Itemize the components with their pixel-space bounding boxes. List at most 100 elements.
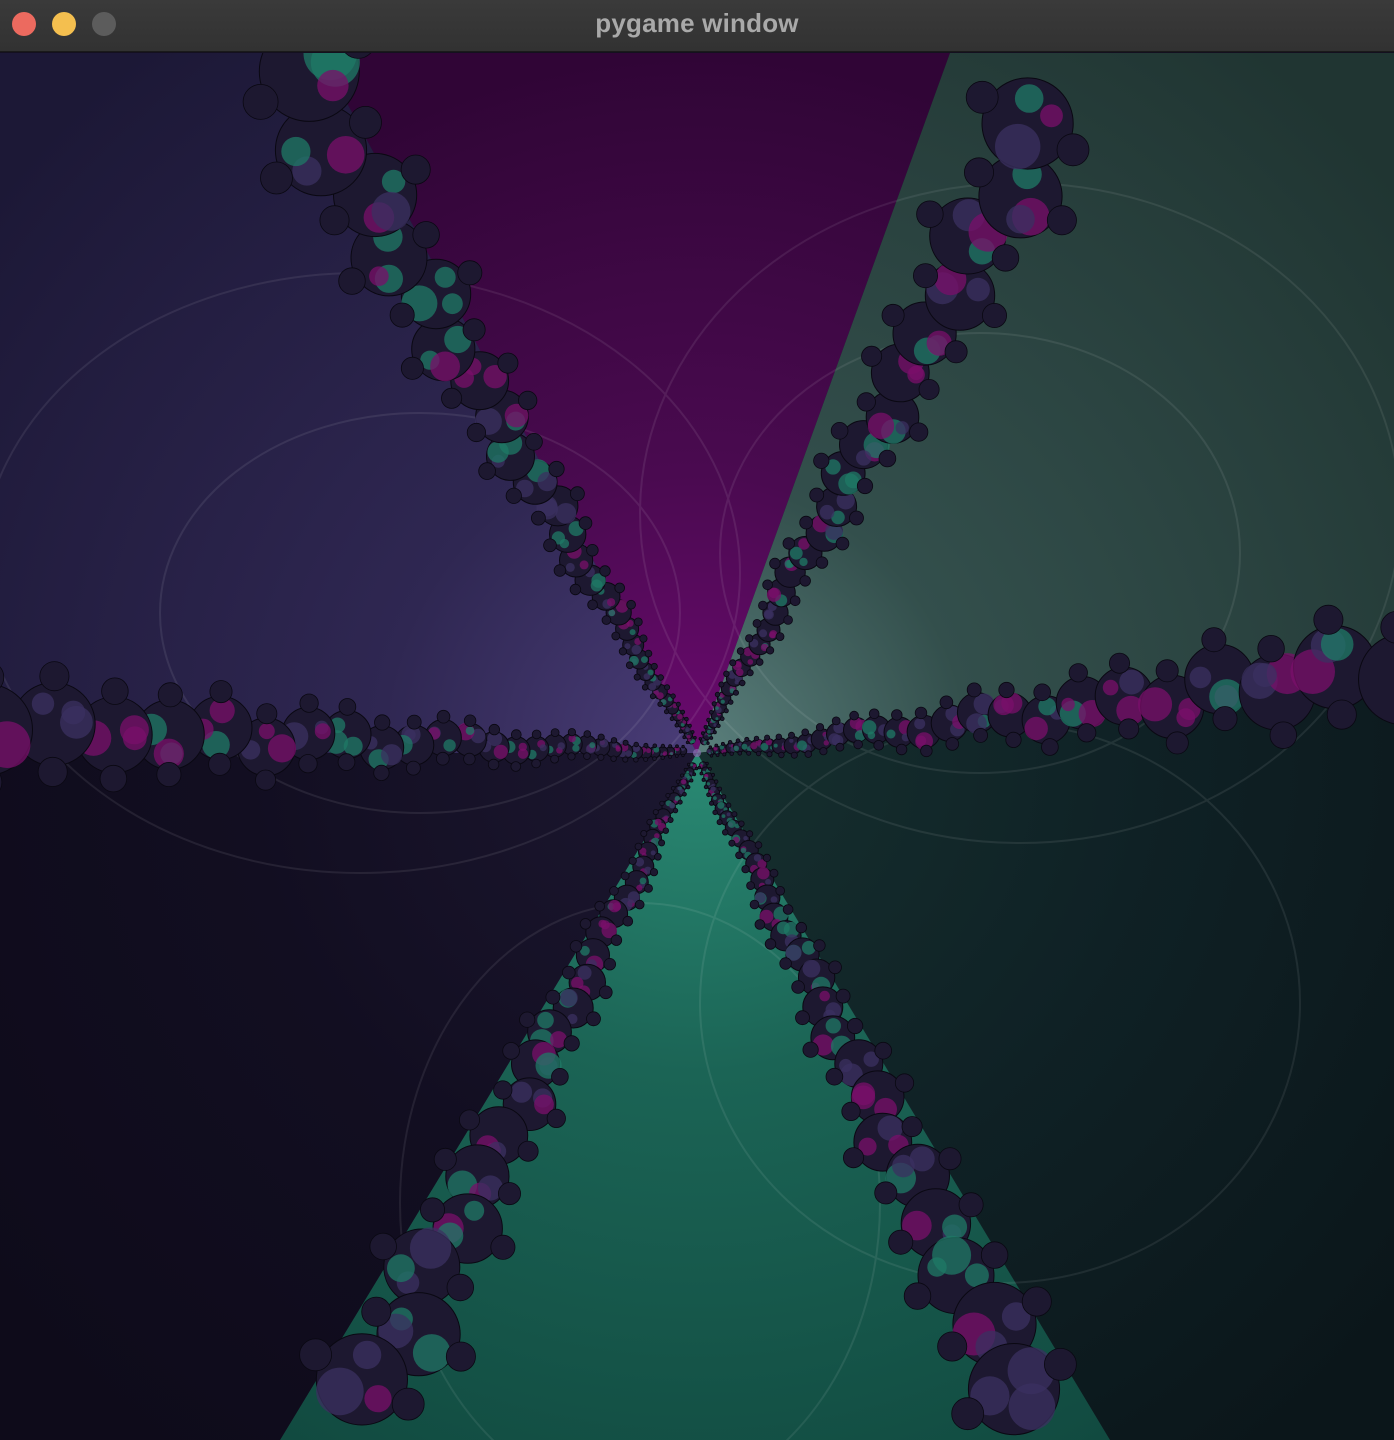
boundary-satellite <box>678 729 683 734</box>
boundary-lobe <box>443 739 456 752</box>
boundary-satellite <box>525 432 543 451</box>
boundary-satellite <box>497 352 519 374</box>
boundary-satellite <box>546 1108 566 1129</box>
boundary-lobe <box>669 752 673 756</box>
boundary-satellite <box>874 1181 898 1205</box>
boundary-satellite <box>361 1296 392 1327</box>
boundary-lobe <box>343 736 363 756</box>
window-title: pygame window <box>595 8 799 38</box>
boundary-satellite <box>1005 731 1022 749</box>
boundary-lobe <box>1119 669 1144 695</box>
boundary-satellite <box>478 462 496 480</box>
boundary-satellite <box>157 682 183 708</box>
boundary-satellite <box>706 717 711 723</box>
boundary-lobe <box>710 786 716 792</box>
title-bar[interactable]: pygame window <box>0 0 1394 52</box>
boundary-satellite <box>567 728 577 737</box>
boundary-satellite <box>664 709 670 715</box>
boundary-satellite <box>1212 706 1238 732</box>
boundary-satellite <box>298 754 318 774</box>
boundary-satellite <box>674 723 679 728</box>
boundary-satellite <box>641 684 649 691</box>
boundary-satellite <box>709 754 714 758</box>
boundary-satellite <box>579 918 592 930</box>
boundary-satellite <box>733 689 740 696</box>
boundary-satellite <box>39 661 70 692</box>
boundary-lobe <box>914 718 926 730</box>
boundary-satellite <box>37 756 68 787</box>
boundary-satellite <box>369 1232 397 1261</box>
boundary-satellite <box>598 985 613 1000</box>
boundary-satellite <box>727 740 733 745</box>
boundary-satellite <box>741 865 750 874</box>
boundary-lobe <box>579 560 589 570</box>
boundary-satellite <box>665 793 671 799</box>
boundary-satellite <box>965 80 999 114</box>
boundary-satellite <box>400 154 431 185</box>
boundary-satellite <box>493 1080 513 1100</box>
boundary-satellite <box>782 537 796 550</box>
boundary-satellite <box>697 765 701 770</box>
boundary-satellite <box>709 800 715 806</box>
boundary-satellite <box>490 1234 516 1260</box>
boundary-satellite <box>594 900 605 912</box>
boundary-satellite <box>510 761 522 772</box>
boundary-satellite <box>462 318 486 342</box>
boundary-satellite <box>746 830 754 838</box>
boundary-satellite <box>349 106 382 139</box>
boundary-satellite <box>689 778 694 783</box>
boundary-satellite <box>901 1116 923 1138</box>
boundary-satellite <box>668 744 673 749</box>
boundary-lobe <box>1189 666 1212 689</box>
boundary-satellite <box>1313 604 1344 635</box>
boundary-lobe <box>909 1146 935 1172</box>
boundary-lobe <box>895 421 909 435</box>
boundary-satellite <box>708 767 712 771</box>
boundary-satellite <box>775 632 785 641</box>
boundary-satellite <box>99 764 128 793</box>
boundary-satellite <box>745 634 754 643</box>
boundary-lobe <box>625 750 632 757</box>
boundary-satellite <box>644 884 653 893</box>
boundary-satellite <box>208 752 232 776</box>
boundary-lobe <box>412 1334 451 1372</box>
boundary-satellite <box>389 302 415 328</box>
boundary-satellite <box>405 760 421 776</box>
boundary-satellite <box>662 827 669 834</box>
boundary-satellite <box>825 1067 844 1086</box>
boundary-satellite <box>809 487 825 503</box>
boundary-satellite <box>578 516 593 530</box>
boundary-lobe <box>747 659 754 665</box>
boundary-satellite <box>319 205 350 236</box>
boundary-satellite <box>721 794 727 800</box>
boundary-satellite <box>446 1273 475 1302</box>
boundary-satellite <box>419 1197 445 1223</box>
boundary-lobe <box>1176 708 1196 728</box>
boundary-lobe <box>825 1018 841 1034</box>
boundary-satellite <box>828 960 842 975</box>
boundary-lobe <box>572 744 580 752</box>
boundary-satellite <box>400 356 424 380</box>
boundary-lobe <box>802 959 821 978</box>
boundary-satellite <box>487 758 500 771</box>
boundary-satellite <box>622 915 634 927</box>
boundary-lobe <box>1061 697 1075 712</box>
fractal-canvas[interactable] <box>0 53 1394 1440</box>
boundary-lobe <box>1040 104 1063 128</box>
boundary-satellite <box>723 708 729 714</box>
boundary-satellite <box>895 743 908 756</box>
boundary-satellite <box>587 599 598 611</box>
boundary-satellite <box>754 919 766 930</box>
boundary-lobe <box>789 738 794 743</box>
boundary-lobe <box>867 731 876 740</box>
boundary-satellite <box>973 728 988 743</box>
boundary-lobe <box>555 503 577 524</box>
boundary-lobe <box>715 706 719 710</box>
boundary-lobe <box>721 814 726 818</box>
boundary-satellite <box>982 302 1008 328</box>
boundary-lobe <box>493 744 508 759</box>
boundary-satellite <box>550 728 560 737</box>
boundary-satellite <box>914 706 928 720</box>
boundary-satellite <box>609 886 619 896</box>
boundary-lobe <box>685 728 689 733</box>
